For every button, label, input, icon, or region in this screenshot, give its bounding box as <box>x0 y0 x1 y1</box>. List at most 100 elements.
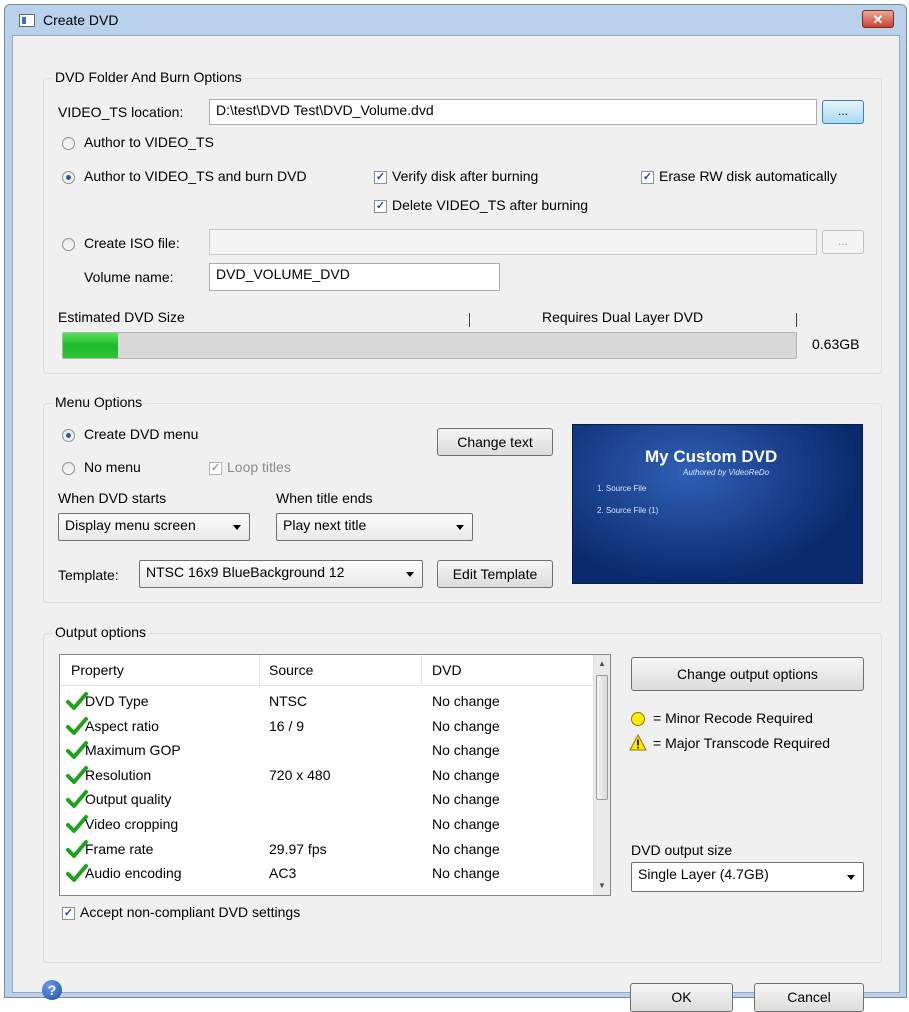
no-menu-label[interactable]: No menu <box>84 459 141 475</box>
ok-button[interactable]: OK <box>630 983 733 1012</box>
chevron-down-icon <box>847 875 855 880</box>
cell-source: AC3 <box>269 865 297 882</box>
table-row[interactable]: Resolution 720 x 480 No change <box>60 764 593 789</box>
cell-property: Frame rate <box>85 840 154 857</box>
change-text-button[interactable]: Change text <box>437 428 553 456</box>
cell-source: 16 / 9 <box>269 717 305 734</box>
delete-vts-checkbox[interactable]: ✓ <box>374 200 387 213</box>
table-row[interactable]: DVD Type NTSC No change <box>60 690 593 715</box>
when-starts-value: Display menu screen <box>65 517 196 533</box>
table-row[interactable]: Frame rate 29.97 fps No change <box>60 838 593 863</box>
list-header: Property Source DVD <box>60 655 593 686</box>
cell-source: 29.97 fps <box>269 840 327 857</box>
help-icon[interactable]: ? <box>42 980 62 1000</box>
cell-property: Maximum GOP <box>85 742 181 759</box>
video-ts-label: VIDEO_TS location: <box>58 104 184 120</box>
volume-name-input[interactable]: DVD_VOLUME_DVD <box>209 263 500 291</box>
template-select[interactable]: NTSC 16x9 BlueBackground 12 <box>139 560 423 588</box>
cell-dvd: No change <box>432 742 500 759</box>
estimated-size-label: Estimated DVD Size <box>58 309 185 325</box>
dvd-size-bar <box>62 332 797 359</box>
chevron-down-icon <box>406 572 414 577</box>
output-size-select[interactable]: Single Layer (4.7GB) <box>631 862 864 892</box>
list-scrollbar[interactable]: ▲ ▼ <box>593 655 610 895</box>
delete-vts-label[interactable]: Delete VIDEO_TS after burning <box>392 197 588 213</box>
burn-options-title: DVD Folder And Burn Options <box>52 69 245 85</box>
when-starts-label: When DVD starts <box>58 490 167 506</box>
preview-subtitle: Authored by VideoReDo <box>683 468 770 477</box>
table-row[interactable]: Aspect ratio 16 / 9 No change <box>60 715 593 740</box>
size-value: 0.63GB <box>812 336 860 352</box>
cell-dvd: No change <box>432 791 500 808</box>
cell-dvd: No change <box>432 816 500 832</box>
output-size-label: DVD output size <box>631 842 733 858</box>
cell-property: Aspect ratio <box>85 717 159 734</box>
accept-noncompliant-checkbox[interactable]: ✓ <box>62 907 75 920</box>
preview-title: My Custom DVD <box>645 447 778 466</box>
app-icon <box>19 14 35 27</box>
loop-titles-checkbox[interactable]: ✓ <box>209 462 222 475</box>
output-properties-list[interactable]: Property Source DVD DVD Type NTSC No chang… <box>59 654 611 896</box>
create-menu-radio[interactable] <box>62 429 75 442</box>
create-dvd-window: Create DVD ✕ DVD Folder And Burn Options… <box>4 4 907 1012</box>
major-transcode-label: = Major Transcode Required <box>653 735 831 751</box>
no-menu-radio[interactable] <box>62 462 75 475</box>
dvd-size-bar-fill <box>63 333 118 358</box>
table-row[interactable]: Video cropping No change <box>60 813 593 838</box>
cell-dvd: No change <box>432 717 500 734</box>
scroll-up-arrow[interactable]: ▲ <box>594 655 610 673</box>
when-ends-value: Play next title <box>283 517 367 533</box>
column-source[interactable]: Source <box>269 662 313 678</box>
accept-noncompliant-label[interactable]: Accept non-compliant DVD settings <box>80 904 300 920</box>
video-ts-browse-button[interactable]: ... <box>822 100 864 124</box>
author-only-label[interactable]: Author to VIDEO_TS <box>84 134 214 150</box>
minor-recode-icon <box>631 712 645 726</box>
column-dvd[interactable]: DVD <box>432 662 462 678</box>
author-only-radio[interactable] <box>62 137 75 150</box>
column-divider[interactable] <box>259 655 260 685</box>
verify-disk-label[interactable]: Verify disk after burning <box>392 168 538 184</box>
table-row[interactable]: Output quality No change <box>60 788 593 813</box>
column-property[interactable]: Property <box>71 662 124 678</box>
loop-titles-label[interactable]: Loop titles <box>227 459 291 475</box>
cancel-button[interactable]: Cancel <box>754 983 864 1012</box>
chevron-down-icon <box>233 525 241 530</box>
menu-preview: My Custom DVD Authored by VideoReDo 1. S… <box>572 424 863 584</box>
preview-item-1: 1. Source File <box>597 484 647 493</box>
window-title: Create DVD <box>43 12 119 28</box>
table-row[interactable]: Audio encoding AC3 No change <box>60 862 593 887</box>
scroll-down-arrow[interactable]: ▼ <box>594 877 610 895</box>
erase-rw-label[interactable]: Erase RW disk automatically <box>659 168 837 184</box>
when-ends-select[interactable]: Play next title <box>276 513 473 541</box>
column-divider[interactable] <box>421 655 422 685</box>
cell-dvd: No change <box>432 693 500 709</box>
create-iso-label[interactable]: Create ISO file: <box>84 235 180 251</box>
cell-source: 720 x 480 <box>269 766 331 783</box>
create-iso-radio[interactable] <box>62 238 75 251</box>
scroll-thumb[interactable] <box>596 675 608 800</box>
erase-rw-checkbox[interactable]: ✓ <box>641 171 654 184</box>
template-label: Template: <box>58 567 119 583</box>
verify-disk-checkbox[interactable]: ✓ <box>374 171 387 184</box>
author-burn-label[interactable]: Author to VIDEO_TS and burn DVD <box>84 168 307 184</box>
change-output-options-button[interactable]: Change output options <box>631 657 864 691</box>
cell-property: Resolution <box>85 766 152 783</box>
output-options-title: Output options <box>52 624 150 640</box>
burn-options-group: DVD Folder And Burn Options VIDEO_TS loc… <box>43 69 882 374</box>
when-starts-select[interactable]: Display menu screen <box>58 513 250 541</box>
edit-template-button[interactable]: Edit Template <box>437 560 553 588</box>
cell-dvd: No change <box>432 865 500 882</box>
video-ts-location-input[interactable]: D:\test\DVD Test\DVD_Volume.dvd <box>209 99 817 125</box>
minor-recode-label: = Minor Recode Required <box>653 710 813 726</box>
single-layer-marker <box>469 313 470 327</box>
close-button[interactable]: ✕ <box>862 10 894 28</box>
volume-name-label: Volume name: <box>84 269 174 285</box>
table-row[interactable]: Maximum GOP No change <box>60 739 593 764</box>
menu-options-title: Menu Options <box>52 394 146 410</box>
author-burn-radio[interactable] <box>62 171 75 184</box>
warning-icon <box>629 734 647 751</box>
iso-browse-button[interactable]: ... <box>822 230 864 254</box>
iso-file-input[interactable] <box>209 229 817 255</box>
create-menu-label[interactable]: Create DVD menu <box>84 426 198 442</box>
chevron-down-icon <box>456 525 464 530</box>
